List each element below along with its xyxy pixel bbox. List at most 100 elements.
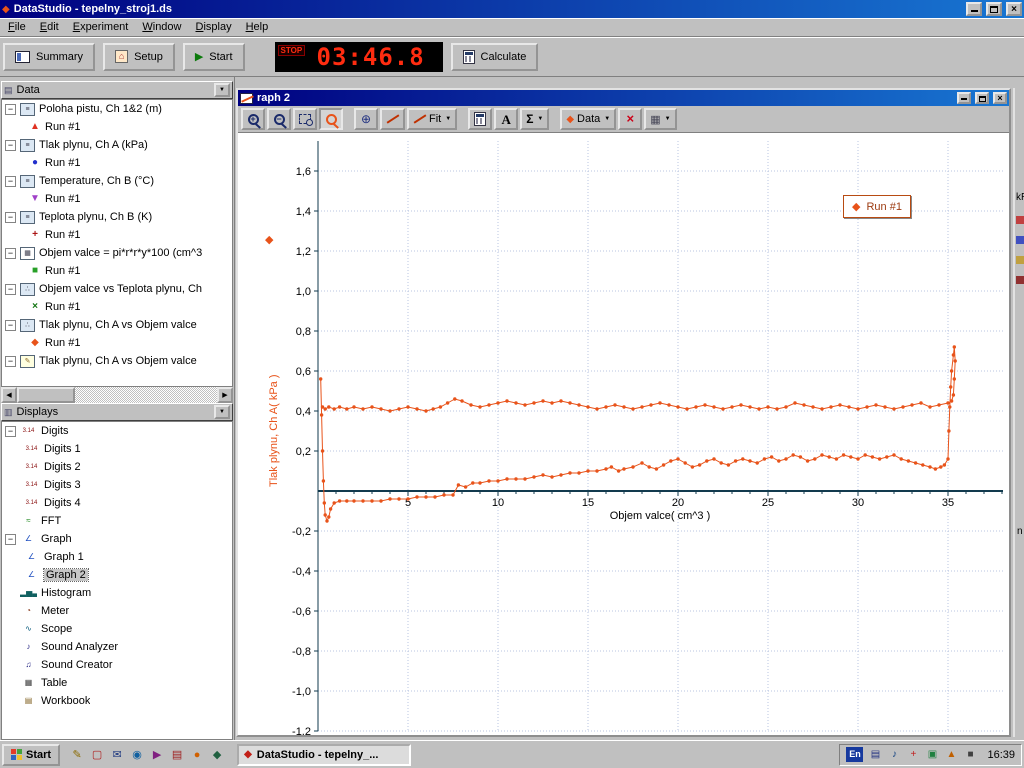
data-source-item[interactable]: −∴Tlak plynu, Ch A vs Objem valce bbox=[2, 316, 232, 334]
legend-run-label: Run #1 bbox=[866, 201, 901, 213]
tree-expand-icon[interactable]: − bbox=[5, 320, 16, 331]
scroll-left-button[interactable]: ◀ bbox=[1, 387, 17, 403]
display-item-sound-creator[interactable]: ♫Sound Creator bbox=[2, 656, 232, 674]
data-source-item[interactable]: −∴Objem valce vs Teplota plynu, Ch bbox=[2, 280, 232, 298]
run-item[interactable]: ▼Run #1 bbox=[2, 190, 232, 208]
maximize-button[interactable] bbox=[986, 2, 1002, 16]
run-item[interactable]: ▲Run #1 bbox=[2, 118, 232, 136]
zoom-select-button[interactable] bbox=[293, 108, 317, 130]
start-menu-button[interactable]: Start bbox=[2, 744, 60, 766]
scale-to-fit-button[interactable] bbox=[319, 108, 343, 130]
tree-expand-icon[interactable]: − bbox=[5, 176, 16, 187]
quicklaunch-media-icon[interactable]: ▶ bbox=[148, 746, 166, 764]
tree-expand-icon[interactable]: − bbox=[5, 248, 16, 259]
menu-display[interactable]: Display bbox=[189, 18, 239, 35]
setup-button[interactable]: ⌂ Setup bbox=[103, 43, 175, 71]
tree-expand-icon[interactable]: − bbox=[5, 212, 16, 223]
menu-help[interactable]: Help bbox=[239, 18, 276, 35]
graph-legend[interactable]: ◆ Run #1 bbox=[843, 195, 911, 218]
data-source-item[interactable]: −≡Poloha pistu, Ch 1&2 (m) bbox=[2, 100, 232, 118]
fit-menu-button[interactable]: Fit▼ bbox=[407, 108, 457, 130]
quicklaunch-browser-icon[interactable]: ◉ bbox=[128, 746, 146, 764]
tray-volume-icon[interactable]: ♪ bbox=[886, 747, 902, 763]
display-item-digits[interactable]: −3.14Digits bbox=[2, 422, 232, 440]
display-item-digits-1[interactable]: 3.14Digits 1 bbox=[2, 440, 232, 458]
data-source-item[interactable]: −≡Teplota plynu, Ch B (K) bbox=[2, 208, 232, 226]
smart-tool-button[interactable]: ⊕ bbox=[354, 108, 378, 130]
graph-maximize-button[interactable] bbox=[975, 92, 989, 104]
display-item-graph[interactable]: −∠Graph bbox=[2, 530, 232, 548]
run-item[interactable]: ■Run #1 bbox=[2, 262, 232, 280]
quicklaunch-tools-icon[interactable]: ◆ bbox=[208, 746, 226, 764]
display-item-sound-analyzer[interactable]: ♪Sound Analyzer bbox=[2, 638, 232, 656]
graph-minimize-button[interactable] bbox=[957, 92, 971, 104]
display-item-workbook[interactable]: ▤Workbook bbox=[2, 692, 232, 710]
display-item-digits-2[interactable]: 3.14Digits 2 bbox=[2, 458, 232, 476]
chart-area[interactable]: 5101520253035-1,2-1,0-0,8-0,6-0,4-0,20,2… bbox=[238, 132, 1009, 735]
tree-expand-icon[interactable]: − bbox=[5, 356, 16, 367]
quicklaunch-books-icon[interactable]: ▤ bbox=[168, 746, 186, 764]
data-source-item[interactable]: −≡Tlak plynu, Ch A (kPa) bbox=[2, 136, 232, 154]
graph-close-button[interactable]: × bbox=[993, 92, 1007, 104]
slope-tool-button[interactable] bbox=[380, 108, 405, 130]
settings-menu-button[interactable]: ▦▼ bbox=[644, 108, 676, 130]
tray-keyboard-icon[interactable]: ▤ bbox=[867, 747, 883, 763]
display-item-digits-3[interactable]: 3.14Digits 3 bbox=[2, 476, 232, 494]
menu-file[interactable]: File bbox=[1, 18, 33, 35]
quicklaunch-globe-icon[interactable]: ● bbox=[188, 746, 206, 764]
data-source-item[interactable]: −≡Temperature, Ch B (°C) bbox=[2, 172, 232, 190]
display-item-histogram[interactable]: ▂▅▃Histogram bbox=[2, 584, 232, 602]
quicklaunch-document-icon[interactable]: ▢ bbox=[88, 746, 106, 764]
statistics-menu-button[interactable]: Σ▼ bbox=[520, 108, 549, 130]
display-item-scope[interactable]: ∿Scope bbox=[2, 620, 232, 638]
tree-expand-icon[interactable]: − bbox=[5, 104, 16, 115]
data-source-item[interactable]: −✎Tlak plynu, Ch A vs Objem valce bbox=[2, 352, 232, 370]
run-item[interactable]: ●Run #1 bbox=[2, 154, 232, 172]
display-item-meter[interactable]: ◔Meter bbox=[2, 602, 232, 620]
quicklaunch-mail-icon[interactable]: ✉ bbox=[108, 746, 126, 764]
menu-edit[interactable]: Edit bbox=[33, 18, 66, 35]
tray-language-indicator[interactable]: En bbox=[846, 747, 863, 762]
graph-calculator-button[interactable] bbox=[468, 108, 492, 130]
start-button[interactable]: ▶ Start bbox=[183, 43, 245, 71]
display-item-table[interactable]: ▦Table bbox=[2, 674, 232, 692]
scrollbar-track[interactable] bbox=[17, 387, 217, 403]
tree-expand-icon[interactable]: − bbox=[5, 284, 16, 295]
tray-network-icon[interactable]: ■ bbox=[962, 747, 978, 763]
zoom-in-button[interactable]: + bbox=[241, 108, 265, 130]
display-item-graph-2[interactable]: ∠Graph 2 bbox=[2, 566, 232, 584]
tray-antivirus-icon[interactable]: + bbox=[905, 747, 921, 763]
display-item-graph-1[interactable]: ∠Graph 1 bbox=[2, 548, 232, 566]
run-item[interactable]: ×Run #1 bbox=[2, 298, 232, 316]
display-item-digits-4[interactable]: 3.14Digits 4 bbox=[2, 494, 232, 512]
chart-plot[interactable]: 5101520253035-1,2-1,0-0,8-0,6-0,4-0,20,2… bbox=[238, 133, 1009, 735]
x-axis-label[interactable]: Objem valce( cm^3 ) bbox=[560, 510, 760, 522]
text-annotation-button[interactable]: A bbox=[494, 108, 518, 130]
run-item[interactable]: +Run #1 bbox=[2, 226, 232, 244]
zoom-out-button[interactable]: − bbox=[267, 108, 291, 130]
menu-experiment[interactable]: Experiment bbox=[66, 18, 136, 35]
data-panel-menu-button[interactable]: ▼ bbox=[214, 83, 230, 97]
tree-expand-icon[interactable]: − bbox=[5, 140, 16, 151]
tray-monitor-icon[interactable]: ▣ bbox=[924, 747, 940, 763]
y-axis-label[interactable]: Tlak plynu, Ch A( kPa ) bbox=[268, 375, 280, 488]
delete-button[interactable]: × bbox=[618, 108, 642, 130]
data-panel-hscrollbar[interactable]: ◀ ▶ bbox=[1, 387, 233, 403]
data-menu-button[interactable]: ◆Data▼ bbox=[560, 108, 616, 130]
calculate-button[interactable]: Calculate bbox=[451, 43, 539, 71]
minimize-button[interactable] bbox=[966, 2, 982, 16]
display-item-fft[interactable]: ≈FFT bbox=[2, 512, 232, 530]
scroll-right-button[interactable]: ▶ bbox=[217, 387, 233, 403]
tray-update-icon[interactable]: ▲ bbox=[943, 747, 959, 763]
scrollbar-thumb[interactable] bbox=[17, 387, 75, 403]
taskbar-task-datastudio[interactable]: ◆ DataStudio - tepelny_... bbox=[237, 744, 411, 766]
tree-expand-icon[interactable]: − bbox=[5, 426, 16, 437]
data-source-item[interactable]: −▦Objem valce = pi*r*r*y*100 (cm^3 bbox=[2, 244, 232, 262]
displays-panel-menu-button[interactable]: ▼ bbox=[214, 405, 230, 419]
summary-button[interactable]: Summary bbox=[3, 43, 95, 71]
tree-expand-icon[interactable]: − bbox=[5, 534, 16, 545]
quicklaunch-notes-icon[interactable]: ✎ bbox=[68, 746, 86, 764]
close-button[interactable]: × bbox=[1006, 2, 1022, 16]
menu-window[interactable]: Window bbox=[135, 18, 188, 35]
run-item[interactable]: ◆Run #1 bbox=[2, 334, 232, 352]
